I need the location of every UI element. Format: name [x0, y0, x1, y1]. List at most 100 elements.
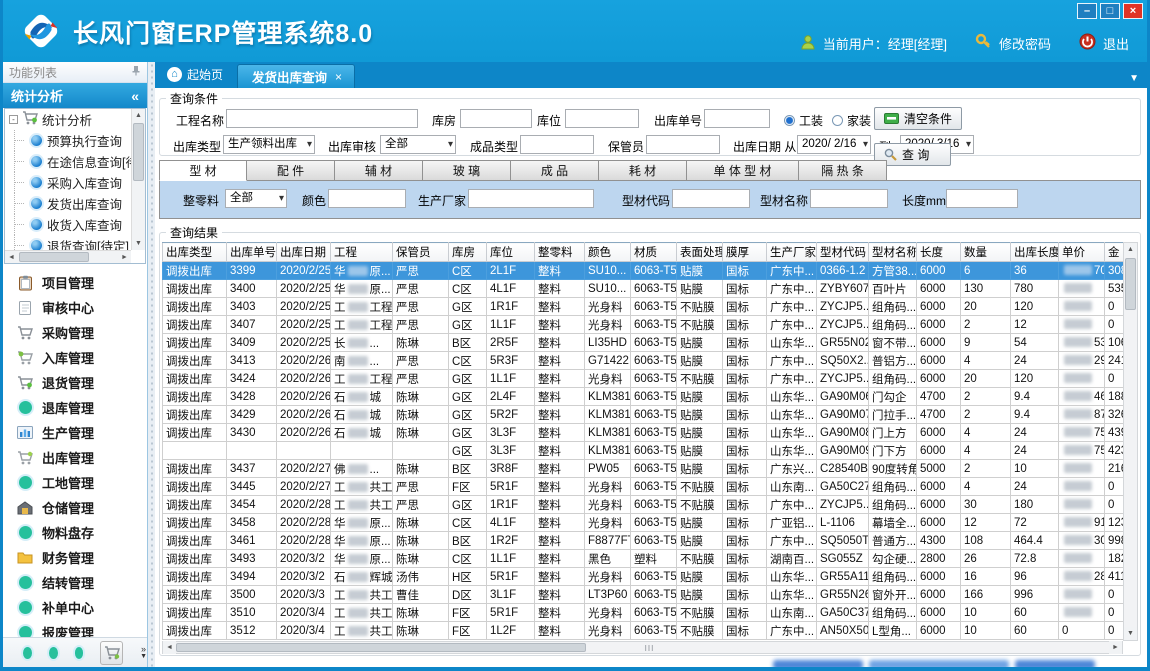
table-row[interactable]: 调拨出库34292020/2/26石城陈琳G区5R2F整料KLM38176063… — [163, 406, 1133, 424]
tab-overflow-icon[interactable]: ▼ — [1129, 73, 1139, 84]
table-row[interactable]: 调拨出库35102020/3/4工共工程陈琳F区5R1F整料光身料6063-T5… — [163, 604, 1133, 622]
tab-close-icon[interactable]: × — [335, 70, 342, 84]
material-tab-玻璃[interactable]: 玻 璃 — [423, 160, 511, 181]
radio-jiazhuang[interactable]: 家装 — [832, 112, 871, 129]
material-tab-成品[interactable]: 成 品 — [511, 160, 599, 181]
tree-item-采购入库查询[interactable]: 采购入库查询 — [5, 172, 131, 193]
column-header-出库长度[interactable]: 出库长度 — [1011, 243, 1059, 262]
table-row[interactable]: 调拨出库34452020/2/27工共工程严思F区5R1F整料光身料6063-T… — [163, 478, 1133, 496]
profile-code-input[interactable] — [672, 189, 750, 208]
sidebar-item-物料盘存[interactable]: 物料盘存 — [3, 520, 147, 545]
column-header-长度[interactable]: 长度 — [917, 243, 961, 262]
sidebar-item-项目管理[interactable]: 项目管理 — [3, 270, 147, 295]
column-header-膜厚[interactable]: 膜厚 — [723, 243, 767, 262]
column-header-型材名称[interactable]: 型材名称 — [869, 243, 917, 262]
factory-input[interactable] — [468, 189, 594, 208]
sidebar-item-结转管理[interactable]: 结转管理 — [3, 570, 147, 595]
table-row[interactable]: 调拨出库34132020/2/26南...严思C区5R3F整料G71422606… — [163, 352, 1133, 370]
profile-name-input[interactable] — [810, 189, 888, 208]
sidebar-item-退库管理[interactable]: 退库管理 — [3, 395, 147, 420]
sidebar-item-补单中心[interactable]: 补单中心 — [3, 595, 147, 620]
project-name-input[interactable] — [226, 109, 418, 128]
column-header-型材代码[interactable]: 型材代码 — [817, 243, 869, 262]
tree-item-在途信息查询[待[interactable]: 在途信息查询[待 — [5, 151, 131, 172]
material-tab-隔热条[interactable]: 隔 热 条 — [799, 160, 887, 181]
tree-root-item[interactable]: -统计分析 — [5, 109, 131, 130]
tree-item-预算执行查询[interactable]: 预算执行查询 — [5, 130, 131, 151]
more-modules-button[interactable]: » ▼ — [140, 645, 147, 661]
tree-horizontal-scrollbar[interactable]: ◄ ► — [5, 250, 131, 263]
column-header-出库单号[interactable]: 出库单号 — [227, 243, 277, 262]
whole-part-combo[interactable]: 全部 — [225, 189, 287, 208]
table-row[interactable]: 调拨出库34282020/2/26石城陈琳G区2L4F整料KLM38176063… — [163, 388, 1133, 406]
column-header-保管员[interactable]: 保管员 — [393, 243, 449, 262]
sidebar-item-采购管理[interactable]: 采购管理 — [3, 320, 147, 345]
material-tab-辅材[interactable]: 辅 材 — [335, 160, 423, 181]
table-row[interactable]: 调拨出库34242020/2/26工工程严思G区1L1F整料光身料6063-T5… — [163, 370, 1133, 388]
clear-conditions-button[interactable]: 清空条件 — [874, 107, 962, 130]
table-row[interactable]: 调拨出库34302020/2/26石城陈琳G区3L3F整料KLM38176063… — [163, 424, 1133, 442]
column-header-表面处理[interactable]: 表面处理 — [677, 243, 723, 262]
column-header-颜色[interactable]: 颜色 — [585, 243, 631, 262]
table-row[interactable]: 调拨出库33992020/2/25华原...严思C区2L1F整料SU10...6… — [163, 262, 1133, 280]
sidebar-item-仓储管理[interactable]: 仓储管理 — [3, 495, 147, 520]
tree-vertical-scrollbar[interactable]: ▲ ▼ — [131, 109, 145, 250]
sidebar-item-生产管理[interactable]: 生产管理 — [3, 420, 147, 445]
column-header-库位[interactable]: 库位 — [487, 243, 535, 262]
sidebar-item-退货管理[interactable]: 退货管理 — [3, 370, 147, 395]
table-row[interactable]: 调拨出库34032020/2/25工工程严思G区1R1F整料光身料6063-T5… — [163, 298, 1133, 316]
sidebar-splitter[interactable] — [148, 62, 155, 667]
maximize-button[interactable]: □ — [1100, 3, 1120, 19]
table-row[interactable]: 调拨出库34612020/2/28华原...陈琳B区1R2F整料F8877FT6… — [163, 532, 1133, 550]
tree-item-收货入库查询[interactable]: 收货入库查询 — [5, 214, 131, 235]
material-tab-单体型材[interactable]: 单 体 型 材 — [687, 160, 799, 181]
tab-home[interactable]: ⌂ 起始页 — [155, 66, 237, 88]
material-tab-耗材[interactable]: 耗 材 — [599, 160, 687, 181]
sidebar-item-报废管理[interactable]: 报废管理 — [3, 620, 147, 637]
sidebar-item-工地管理[interactable]: 工地管理 — [3, 470, 147, 495]
column-header-材质[interactable]: 材质 — [631, 243, 677, 262]
tab-shipping-outbound-query[interactable]: 发货出库查询 × — [237, 64, 355, 88]
radio-gongzhuang[interactable]: 工装 — [784, 112, 823, 129]
grid-vertical-scrollbar[interactable]: ▲ ▼ — [1123, 242, 1138, 641]
tree-item-退货查询[待定][interactable]: 退货查询[待定] — [5, 235, 131, 250]
change-password-link[interactable]: 修改密码 — [999, 34, 1051, 53]
collapse-icon[interactable]: « — [131, 88, 139, 104]
table-row[interactable]: 调拨出库34092020/2/25长...陈琳B区2R5F整料LI35HD606… — [163, 334, 1133, 352]
table-row[interactable]: 调拨出库35122020/3/4工共工程陈琳F区1L2F整料光身料6063-T5… — [163, 622, 1133, 640]
column-header-库房[interactable]: 库房 — [449, 243, 487, 262]
table-row[interactable]: 调拨出库35002020/3/3工共工程曹佳D区3L1F整料LT3P606063… — [163, 586, 1133, 604]
table-row[interactable]: 调拨出库34582020/2/28华原...陈琳C区4L1F整料光身料6063-… — [163, 514, 1133, 532]
keeper-input[interactable] — [646, 135, 720, 154]
grid-horizontal-scrollbar[interactable]: ◄ ΙΙΙ ► — [162, 641, 1123, 654]
column-header-出库类型[interactable]: 出库类型 — [163, 243, 227, 262]
module-circle-icon[interactable] — [23, 647, 32, 659]
length-input[interactable] — [946, 189, 1018, 208]
table-row[interactable]: 调拨出库34542020/2/28工共工程严思G区1R1F整料光身料6063-T… — [163, 496, 1133, 514]
table-row[interactable]: 调拨出库34372020/2/27佛...陈琳B区3R8F整料PW056063-… — [163, 460, 1133, 478]
color-input[interactable] — [328, 189, 406, 208]
table-row[interactable]: 调拨出库34072020/2/25工工程严思G区1L1F整料光身料6063-T5… — [163, 316, 1133, 334]
out-type-combo[interactable]: 生产领料出库 — [223, 135, 315, 154]
pin-icon[interactable] — [131, 65, 141, 79]
column-header-整零料[interactable]: 整零料 — [535, 243, 585, 262]
material-tab-型材[interactable]: 型 材 — [159, 160, 247, 181]
sidebar-item-出库管理[interactable]: 出库管理 — [3, 445, 147, 470]
logout-button[interactable]: 退出 — [1103, 34, 1129, 53]
module-circle-icon[interactable] — [49, 647, 58, 659]
table-row[interactable]: 调拨出库34942020/3/2石辉城汤伟H区5R1F整料光身料6063-T5贴… — [163, 568, 1133, 586]
column-header-单价[interactable]: 单价 — [1059, 243, 1105, 262]
sidebar-item-入库管理[interactable]: 入库管理 — [3, 345, 147, 370]
cart-toolbar-button[interactable] — [100, 641, 123, 665]
sidebar-item-财务管理[interactable]: 财务管理 — [3, 545, 147, 570]
material-tab-配件[interactable]: 配 件 — [247, 160, 335, 181]
tree-item-发货出库查询[interactable]: 发货出库查询 — [5, 193, 131, 214]
close-button[interactable]: × — [1123, 3, 1143, 19]
table-row[interactable]: 调拨出库34002020/2/25华原...严思C区4L1F整料SU10...6… — [163, 280, 1133, 298]
column-header-工程[interactable]: 工程 — [331, 243, 393, 262]
module-circle-icon[interactable] — [75, 647, 84, 659]
tree-expander-icon[interactable]: - — [9, 115, 18, 124]
sidebar-item-审核中心[interactable]: 审核中心 — [3, 295, 147, 320]
order-no-input[interactable] — [704, 109, 770, 128]
column-header-出库日期[interactable]: 出库日期 — [277, 243, 331, 262]
